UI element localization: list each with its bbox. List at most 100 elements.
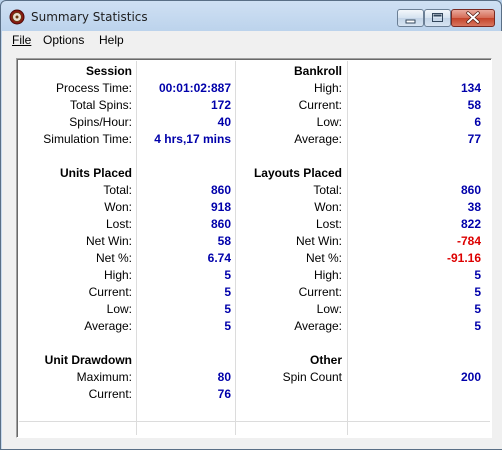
stat-label: Average: bbox=[294, 319, 342, 333]
stat-value-negative: -784 bbox=[456, 234, 481, 248]
stat-label: Total: bbox=[313, 183, 342, 197]
stat-label: Low: bbox=[316, 115, 342, 129]
stat-value: 6 bbox=[474, 115, 481, 129]
stat-label: Net %: bbox=[95, 251, 132, 265]
stat-value: 77 bbox=[467, 132, 481, 146]
minimize-button[interactable] bbox=[397, 9, 424, 27]
stat-value: 76 bbox=[217, 387, 231, 401]
session-header: Session bbox=[85, 64, 132, 78]
table-row: Current: 5 Current: 5 bbox=[17, 284, 493, 301]
stat-value: 918 bbox=[210, 200, 231, 214]
stat-value: 5 bbox=[474, 285, 481, 299]
stat-value: 822 bbox=[460, 217, 481, 231]
stat-value: 5 bbox=[474, 302, 481, 316]
stat-label: Net Win: bbox=[295, 234, 342, 248]
section-header-row: Unit Drawdown Other bbox=[17, 352, 493, 369]
stat-label: Lost: bbox=[105, 217, 132, 231]
stat-value: 172 bbox=[210, 98, 231, 112]
table-row: Spins/Hour: 40 Low: 6 bbox=[17, 114, 493, 131]
window-title: Summary Statistics bbox=[31, 10, 148, 24]
stat-value: 5 bbox=[474, 268, 481, 282]
stat-label: Total Spins: bbox=[69, 98, 132, 112]
stat-label: Maximum: bbox=[76, 370, 132, 384]
stat-label: Average: bbox=[294, 132, 342, 146]
table-row: Simulation Time: 4 hrs,17 mins Average: … bbox=[17, 131, 493, 148]
stat-label: Average: bbox=[84, 319, 132, 333]
stat-value: 860 bbox=[210, 217, 231, 231]
table-row: Won: 918 Won: 38 bbox=[17, 199, 493, 216]
stat-value: 40 bbox=[217, 115, 231, 129]
close-icon bbox=[466, 11, 480, 24]
stat-label: Spin Count bbox=[282, 370, 342, 384]
other-header: Other bbox=[309, 353, 342, 367]
stat-label: Current: bbox=[88, 387, 132, 401]
table-row: Net Win: 58 Net Win: -784 bbox=[17, 233, 493, 250]
stat-label: Simulation Time: bbox=[43, 132, 132, 146]
maximize-button[interactable] bbox=[424, 9, 451, 27]
stat-value: 5 bbox=[224, 319, 231, 333]
stat-value: 38 bbox=[467, 200, 481, 214]
unit-drawdown-header: Unit Drawdown bbox=[44, 353, 132, 367]
stat-label: Current: bbox=[298, 285, 342, 299]
section-header-row: Units Placed Layouts Placed bbox=[17, 165, 493, 182]
menu-file[interactable]: File bbox=[12, 33, 31, 47]
table-row: Lost: 860 Lost: 822 bbox=[17, 216, 493, 233]
stat-label: Won: bbox=[104, 200, 132, 214]
table-row: Average: 5 Average: 5 bbox=[17, 318, 493, 335]
stat-value: 200 bbox=[460, 370, 481, 384]
table-row: Maximum: 80 Spin Count 200 bbox=[17, 369, 493, 386]
stat-label: Net Win: bbox=[85, 234, 132, 248]
table-row: Process Time: 00:01:02:887 High: 134 bbox=[17, 80, 493, 97]
grid-divider bbox=[19, 421, 490, 422]
stat-value: 860 bbox=[460, 183, 481, 197]
summary-statistics-window: Summary Statistics File Options Help Ses… bbox=[0, 0, 502, 450]
stat-label: High: bbox=[313, 268, 342, 282]
stat-value: 58 bbox=[217, 234, 231, 248]
menu-bar: File Options Help bbox=[2, 31, 502, 51]
table-row: Total Spins: 172 Current: 58 bbox=[17, 97, 493, 114]
close-button[interactable] bbox=[451, 9, 495, 27]
stat-value: 134 bbox=[460, 81, 481, 95]
section-header-row: Session Bankroll bbox=[17, 63, 493, 80]
client-area: Session Bankroll Process Time: 00:01:02:… bbox=[2, 51, 502, 449]
statistics-grid[interactable]: Session Bankroll Process Time: 00:01:02:… bbox=[16, 58, 492, 438]
stat-label: Total: bbox=[103, 183, 132, 197]
table-row: Net %: 6.74 Net %: -91.16 bbox=[17, 250, 493, 267]
stat-value: 80 bbox=[217, 370, 231, 384]
table-row: Total: 860 Total: 860 bbox=[17, 182, 493, 199]
stat-label: Won: bbox=[314, 200, 342, 214]
stat-value: 6.74 bbox=[207, 251, 231, 265]
title-bar[interactable]: Summary Statistics bbox=[1, 1, 501, 31]
stat-label: Net %: bbox=[305, 251, 342, 265]
stat-label: High: bbox=[103, 268, 132, 282]
stat-label: Process Time: bbox=[55, 81, 132, 95]
units-placed-header: Units Placed bbox=[59, 166, 132, 180]
stat-label: Low: bbox=[316, 302, 342, 316]
stat-value: 58 bbox=[467, 98, 481, 112]
maximize-icon bbox=[432, 13, 443, 22]
stat-value: 5 bbox=[224, 268, 231, 282]
stat-value: 5 bbox=[224, 285, 231, 299]
menu-help-label: Help bbox=[99, 33, 124, 47]
table-row: Low: 5 Low: 5 bbox=[17, 301, 493, 318]
minimize-icon bbox=[405, 19, 416, 24]
roulette-wheel-icon bbox=[9, 9, 25, 25]
stat-value: 4 hrs,17 mins bbox=[154, 132, 231, 146]
menu-options[interactable]: Options bbox=[43, 33, 84, 47]
stat-label: Current: bbox=[88, 285, 132, 299]
bankroll-header: Bankroll bbox=[293, 64, 342, 78]
menu-file-label: File bbox=[12, 33, 32, 47]
menu-help[interactable]: Help bbox=[99, 33, 124, 47]
stat-label: Lost: bbox=[315, 217, 342, 231]
stat-value-negative: -91.16 bbox=[446, 251, 481, 265]
table-row: Current: 76 bbox=[17, 386, 493, 403]
stat-value: 5 bbox=[224, 302, 231, 316]
stat-label: Current: bbox=[298, 98, 342, 112]
stat-label: High: bbox=[313, 81, 342, 95]
stat-label: Spins/Hour: bbox=[69, 115, 132, 129]
stat-value: 860 bbox=[210, 183, 231, 197]
table-row: High: 5 High: 5 bbox=[17, 267, 493, 284]
stat-value: 5 bbox=[474, 319, 481, 333]
layouts-placed-header: Layouts Placed bbox=[253, 166, 342, 180]
stat-value: 00:01:02:887 bbox=[158, 81, 231, 95]
